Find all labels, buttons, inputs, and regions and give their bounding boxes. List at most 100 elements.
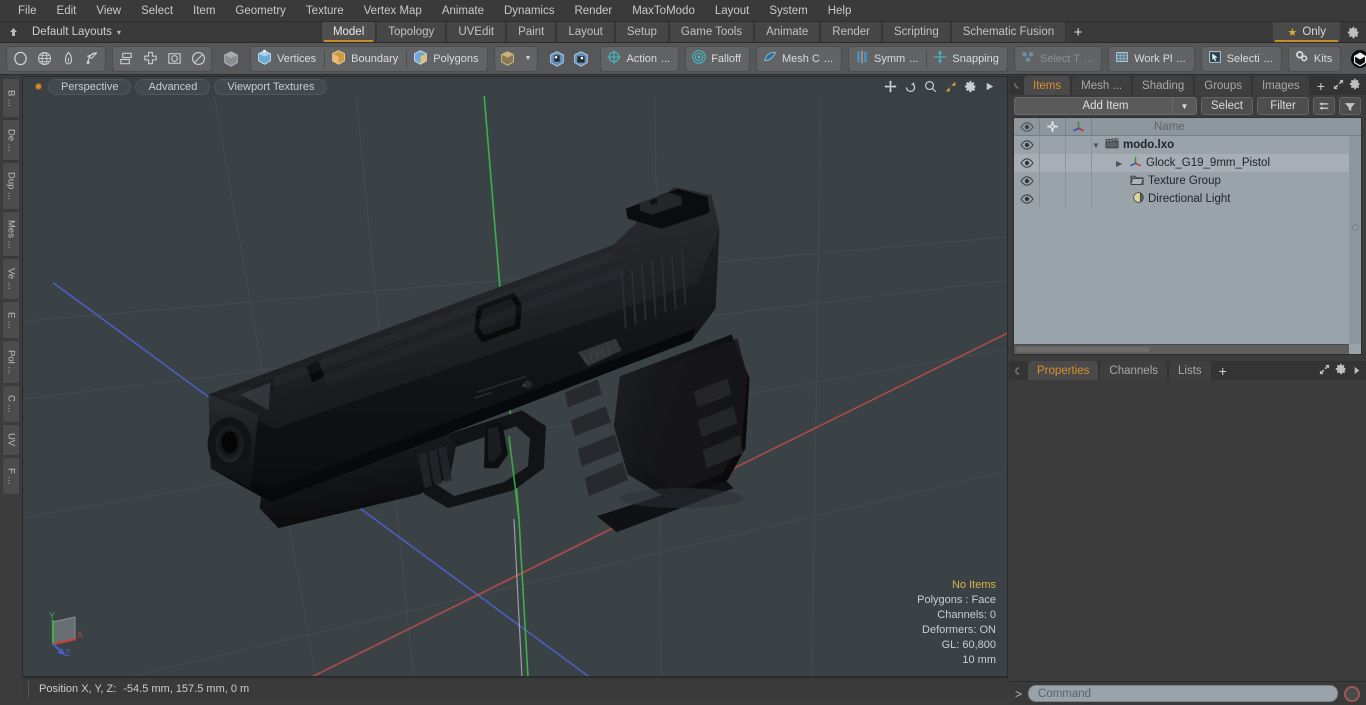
left-tab-uv[interactable]: UV [2,424,20,456]
tab-channels[interactable]: Channels [1100,361,1168,380]
viewport-canvas[interactable] [23,77,1007,677]
row-lock-cell[interactable] [1040,136,1066,154]
tab-properties[interactable]: Properties [1028,361,1099,380]
viewport-shading-button[interactable]: Advanced [135,78,211,95]
scroll-grip[interactable] [1352,224,1359,231]
twirl-down-icon[interactable]: ▼ [1092,141,1101,150]
gear-icon[interactable] [964,80,977,93]
filter-funnel-icon[interactable] [1339,97,1361,115]
row-visibility-toggle[interactable] [1014,190,1040,208]
menu-item-animate[interactable]: Animate [432,2,494,20]
tab-game-tools[interactable]: Game Tools [668,22,755,42]
table-row[interactable]: ▼ modo.lxo [1014,136,1361,154]
column-lock[interactable] [1040,118,1066,135]
command-input[interactable]: Command [1028,685,1338,702]
tree-item-scene[interactable]: ▼ modo.lxo [1092,136,1361,154]
left-tab-basic[interactable]: B ... [2,78,20,118]
tab-layout[interactable]: Layout [556,22,615,42]
snapping-button[interactable]: Snapping [928,47,1006,71]
mesh-constraint-button[interactable]: Mesh C ... [758,47,840,71]
tab-render[interactable]: Render [820,22,882,42]
center-icon[interactable] [162,47,186,71]
work-plane-button[interactable]: Work Pl ... [1110,47,1192,71]
tab-schematic-fusion[interactable]: Schematic Fusion [950,22,1067,42]
row-visibility-toggle[interactable] [1014,154,1040,172]
left-tab-fusion[interactable]: F ... [2,457,20,495]
menu-item-maxtomodo[interactable]: MaxToModo [622,2,705,20]
action-center-button[interactable]: Action ... [602,47,677,71]
maximize-panel-icon[interactable] [1333,77,1344,95]
ellipse-icon[interactable] [186,47,210,71]
preferences-gear-button[interactable] [1340,22,1366,42]
table-row[interactable]: ▶ Glock_G19_9mm_Pistol [1014,154,1361,172]
table-row[interactable]: Directional Light [1014,190,1361,208]
left-tab-vertex[interactable]: Ve ... [2,258,20,300]
select-button[interactable]: Select [1201,97,1253,115]
menu-item-layout[interactable]: Layout [705,2,760,20]
tab-images[interactable]: Images [1252,76,1309,95]
viewport-textures-button[interactable]: Viewport Textures [214,78,328,95]
gear-icon[interactable] [1335,362,1347,380]
item-tree-vertical-scrollbar[interactable] [1349,136,1361,344]
panel-menu-dot[interactable] [1013,364,1025,377]
tab-topology[interactable]: Topology [376,22,447,42]
add-item-button[interactable]: Add Item ▼ [1014,97,1197,115]
menu-item-geometry[interactable]: Geometry [225,2,296,20]
fit-icon[interactable] [944,80,957,93]
maximize-panel-icon[interactable] [1319,362,1330,380]
tree-item-directional-light[interactable]: Directional Light [1092,190,1361,208]
rotate-icon[interactable] [904,80,917,93]
boundary-mode-button[interactable]: Boundary [326,47,405,71]
tab-paint[interactable]: Paint [506,22,557,42]
item-tree-horizontal-scrollbar[interactable] [1014,344,1349,354]
viewport-view-type-button[interactable]: Perspective [48,78,132,95]
add-panel-tab-button[interactable]: + [1311,76,1331,95]
tab-scripting[interactable]: Scripting [881,22,951,42]
left-tab-curve[interactable]: C ... [2,385,20,423]
3d-viewport[interactable]: Perspective Advanced Viewport Textures Y… [22,76,1008,677]
item-mode-icon[interactable] [219,47,243,71]
chevron-down-icon[interactable]: ▼ [1172,98,1196,114]
tree-item-glock-mesh[interactable]: ▶ Glock_G19_9mm_Pistol [1092,154,1361,172]
panel-overflow-icon[interactable] [1352,362,1361,380]
tab-model[interactable]: Model [320,22,377,42]
material-mode-icon[interactable] [496,47,520,71]
kits-button[interactable]: Kits [1290,47,1339,71]
tab-animate[interactable]: Animate [754,22,821,42]
tab-lists[interactable]: Lists [1169,361,1211,380]
menu-item-select[interactable]: Select [131,2,183,20]
align-icon[interactable] [138,47,162,71]
row-visibility-toggle[interactable] [1014,136,1040,154]
scroll-thumb[interactable] [1016,347,1150,352]
menu-item-edit[interactable]: Edit [47,2,87,20]
selection-set-button[interactable]: Selecti ... [1203,47,1280,71]
curve-icon[interactable] [80,47,104,71]
row-transform-cell[interactable] [1066,190,1092,208]
row-transform-cell[interactable] [1066,136,1092,154]
layout-selector[interactable]: Default Layouts ▾ [26,22,131,42]
tab-setup[interactable]: Setup [614,22,669,42]
viewport-menu-dot[interactable] [35,83,42,90]
left-tab-deform[interactable]: De ... [2,119,20,161]
select-through-button[interactable]: Select T ... [1016,47,1100,71]
zoom-icon[interactable] [924,80,937,93]
tab-mesh-ops[interactable]: Mesh ... [1072,76,1132,95]
substance-cube-icon[interactable] [1348,47,1366,71]
chevron-down-icon[interactable]: ▼ [520,55,537,62]
row-visibility-toggle[interactable] [1014,172,1040,190]
row-lock-cell[interactable] [1040,190,1066,208]
menu-item-render[interactable]: Render [564,2,622,20]
tab-items[interactable]: Items [1024,76,1071,95]
play-icon[interactable] [984,81,995,92]
tab-uvedit[interactable]: UVEdit [446,22,507,42]
panel-menu-dot[interactable] [1012,81,1022,90]
menu-item-view[interactable]: View [86,2,131,20]
polygons-mode-button[interactable]: Polygons [408,47,485,71]
add-tab-button[interactable]: + [1066,22,1090,42]
menu-item-help[interactable]: Help [818,2,862,20]
globe-icon[interactable] [32,47,56,71]
tab-shading[interactable]: Shading [1133,76,1194,95]
item-tree[interactable]: Name ▼ modo.lxo ▶ Glock_G19_9mm_Pistol T… [1013,117,1362,355]
gear-icon[interactable] [1349,77,1361,95]
stack-icon[interactable] [114,47,138,71]
